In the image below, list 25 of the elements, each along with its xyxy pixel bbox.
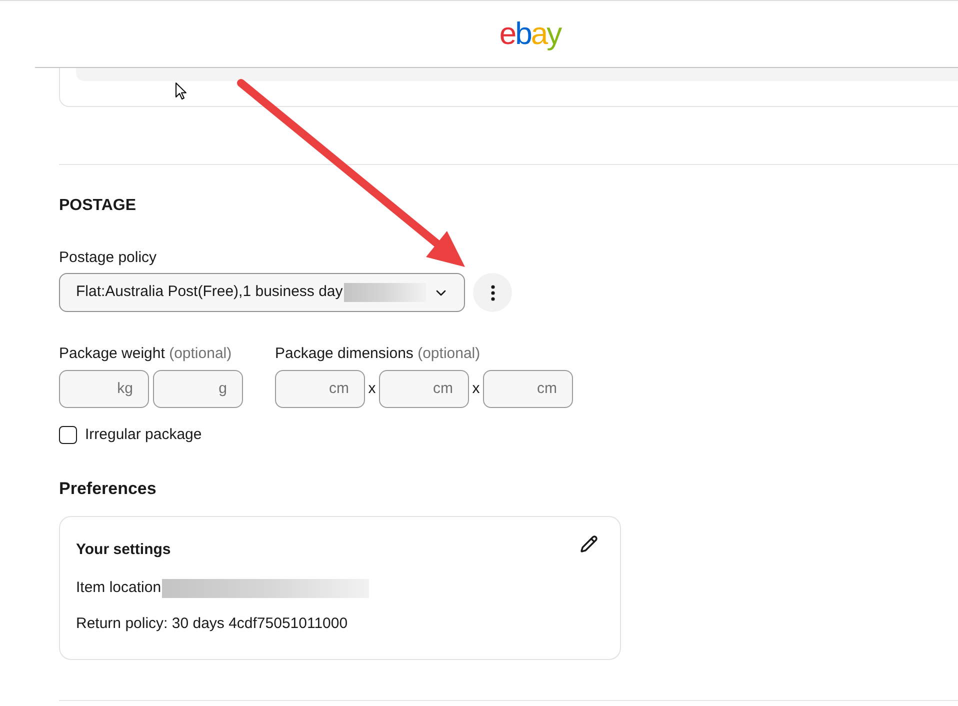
dimension-field[interactable]: cm	[379, 370, 469, 408]
dimension-field[interactable]: cm	[275, 370, 365, 408]
field-label: Postage policy	[59, 248, 157, 268]
settings-row: Item location	[76, 578, 162, 598]
pencil-icon	[580, 535, 598, 553]
field-label: Package weight (optional)	[59, 344, 233, 364]
dimension-separator: x	[367, 378, 377, 399]
dimension-separator: x	[471, 378, 481, 399]
settings-row: Return policy: 30 days 4cdf75051011000	[76, 614, 348, 634]
edit-button[interactable]	[580, 535, 598, 553]
vertical-dots-icon	[490, 284, 494, 300]
more-options-button[interactable]	[473, 273, 512, 312]
field-label: Package dimensions (optional)	[275, 344, 482, 364]
dimension-field[interactable]: cm	[483, 370, 573, 408]
weight-field[interactable]: g	[153, 370, 243, 408]
postage-policy-select[interactable]: Flat:Australia Post(Free),1 business day	[59, 273, 465, 312]
weight-field[interactable]: kg	[59, 370, 149, 408]
checkbox[interactable]	[59, 426, 77, 444]
card-title: Your settings	[76, 540, 171, 560]
mouse-cursor-icon	[175, 82, 187, 100]
chevron-down-icon	[436, 290, 446, 296]
section-heading: POSTAGE	[59, 196, 136, 216]
site-logo[interactable]: ebay	[499, 18, 561, 50]
checkbox-label[interactable]: Irregular package	[85, 425, 202, 445]
section-heading: Preferences	[59, 478, 156, 500]
